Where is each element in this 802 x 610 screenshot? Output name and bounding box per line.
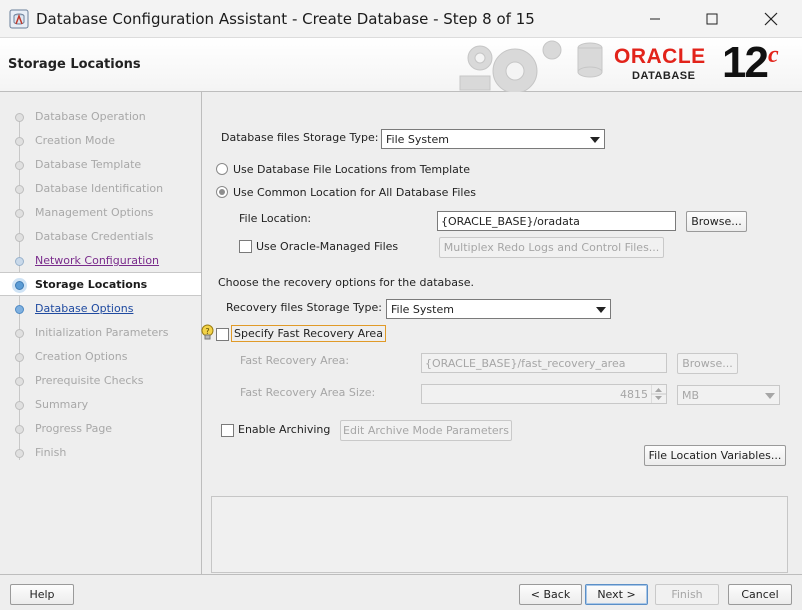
oracle-logo: ORACLE (614, 45, 706, 68)
specify-fra-label[interactable]: Specify Fast Recovery Area (231, 325, 386, 342)
page-title: Storage Locations (8, 57, 141, 72)
step-dot-icon (15, 137, 24, 146)
edit-archive-button[interactable]: Edit Archive Mode Parameters (340, 420, 512, 441)
version-logo: 12 (722, 38, 769, 87)
radio-template-locations[interactable] (216, 163, 228, 175)
svg-text:?: ? (205, 327, 209, 336)
file-location-label: File Location: (239, 212, 312, 225)
app-icon (9, 9, 29, 29)
spinner-arrows-icon[interactable] (651, 385, 666, 403)
fra-browse-button[interactable]: Browse... (677, 353, 738, 374)
step-dot-icon (15, 113, 24, 122)
step-dot-icon (15, 305, 24, 314)
chevron-down-icon (765, 393, 775, 399)
enable-archiving-checkbox[interactable] (221, 424, 234, 437)
file-location-variables-button[interactable]: File Location Variables... (644, 445, 786, 466)
nav-step-finish: Finish (0, 441, 201, 465)
multiplex-button[interactable]: Multiplex Redo Logs and Control Files... (439, 237, 664, 258)
radio-common-location[interactable] (216, 186, 228, 198)
lightbulb-hint-icon: ? (201, 324, 214, 340)
step-current-icon (15, 281, 24, 290)
fra-size-spinner[interactable]: 4815 (421, 384, 667, 404)
fra-label: Fast Recovery Area: (240, 354, 350, 367)
nav-step-database-operation: Database Operation (0, 105, 201, 129)
chevron-down-icon (596, 307, 606, 313)
header-banner: Storage Locations ORACLE DATABASE 12 c (0, 38, 802, 92)
step-dot-icon (15, 401, 24, 410)
step-dot-icon (15, 425, 24, 434)
step-dot-icon (15, 353, 24, 362)
fra-input[interactable]: {ORACLE_BASE}/fast_recovery_area (421, 353, 667, 373)
radio-template-label[interactable]: Use Database File Locations from Templat… (233, 163, 470, 176)
close-icon (764, 12, 778, 26)
step-dot-icon (15, 257, 24, 266)
recovery-storage-label: Recovery files Storage Type: (226, 301, 382, 314)
help-button[interactable]: Help (10, 584, 74, 605)
nav-step-initialization-parameters: Initialization Parameters (0, 321, 201, 345)
step-dot-icon (15, 209, 24, 218)
step-dot-icon (15, 161, 24, 170)
nav-step-database-credentials: Database Credentials (0, 225, 201, 249)
close-window-button[interactable] (748, 0, 794, 38)
file-location-input[interactable]: {ORACLE_BASE}/oradata (437, 211, 676, 231)
nav-step-summary: Summary (0, 393, 201, 417)
omf-checkbox[interactable] (239, 240, 252, 253)
nav-step-database-template: Database Template (0, 153, 201, 177)
nav-step-storage-locations[interactable]: Storage Locations (0, 272, 201, 296)
nav-step-network-configuration[interactable]: Network Configuration (0, 249, 201, 273)
minimize-icon (650, 18, 660, 20)
recovery-heading: Choose the recovery options for the data… (218, 276, 474, 289)
omf-label[interactable]: Use Oracle-Managed Files (256, 240, 398, 253)
minimize-button[interactable] (632, 0, 678, 38)
step-navigation: Database Operation Creation Mode Databas… (0, 92, 202, 574)
enable-archiving-label[interactable]: Enable Archiving (238, 423, 330, 436)
step-dot-icon (15, 377, 24, 386)
title-bar: Database Configuration Assistant - Creat… (0, 0, 802, 38)
gears-graphic-icon (459, 40, 603, 92)
window-title: Database Configuration Assistant - Creat… (36, 10, 535, 28)
step-dot-icon (15, 329, 24, 338)
maximize-button[interactable] (689, 0, 735, 38)
step-dot-icon (15, 185, 24, 194)
step-dot-icon (15, 449, 24, 458)
version-suffix: c (768, 42, 779, 68)
fra-size-unit-select[interactable]: MB (677, 385, 780, 405)
maximize-icon (706, 13, 718, 25)
cancel-button[interactable]: Cancel (728, 584, 792, 605)
nav-step-database-identification: Database Identification (0, 177, 201, 201)
nav-step-prerequisite-checks: Prerequisite Checks (0, 369, 201, 393)
db-storage-type-label: Database files Storage Type: (221, 131, 379, 144)
next-button[interactable]: Next > (585, 584, 648, 605)
back-button[interactable]: < Back (519, 584, 582, 605)
db-storage-type-select[interactable]: File System (381, 129, 605, 149)
radio-common-label[interactable]: Use Common Location for All Database Fil… (233, 186, 476, 199)
nav-step-creation-options: Creation Options (0, 345, 201, 369)
finish-button[interactable]: Finish (655, 584, 719, 605)
recovery-storage-select[interactable]: File System (386, 299, 611, 319)
nav-step-database-options[interactable]: Database Options (0, 297, 201, 321)
nav-step-progress-page: Progress Page (0, 417, 201, 441)
step-dot-icon (15, 233, 24, 242)
chevron-down-icon (590, 137, 600, 143)
specify-fra-checkbox[interactable] (216, 328, 229, 341)
browse-button[interactable]: Browse... (686, 211, 747, 232)
database-logo-text: DATABASE (632, 70, 696, 82)
fra-size-label: Fast Recovery Area Size: (240, 386, 376, 399)
nav-step-creation-mode: Creation Mode (0, 129, 201, 153)
message-area (211, 496, 788, 573)
nav-step-management-options: Management Options (0, 201, 201, 225)
